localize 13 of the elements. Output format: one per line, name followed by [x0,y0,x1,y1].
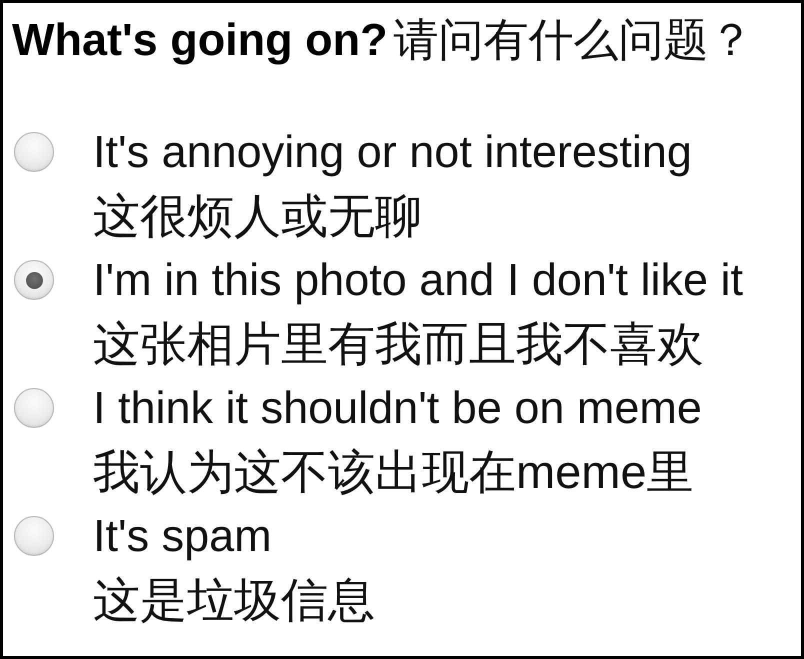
option-translation: 我认为这不该出现在meme里 [93,444,694,500]
option-label: It's spam [93,509,272,563]
radio-button[interactable] [14,516,54,556]
option-label: It's annoying or not interesting [93,125,692,179]
radio-button[interactable] [14,260,54,300]
radio-button[interactable] [14,388,54,428]
option-translation: 这很烦人或无聊 [93,188,422,244]
option-label: I think it shouldn't be on meme [93,381,702,435]
option-translation: 这张相片里有我而且我不喜欢 [93,316,704,372]
radio-button[interactable] [14,132,54,172]
option-label: I'm in this photo and I don't like it [93,253,744,307]
question-heading: What's going on?请问有什么问题？ [12,13,754,67]
option-translation: 这是垃圾信息 [93,572,375,628]
